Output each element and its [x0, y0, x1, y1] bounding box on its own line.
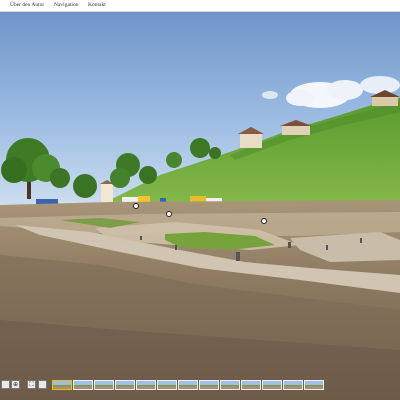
- panorama-viewer[interactable]: [0, 11, 400, 400]
- hotspot-marker[interactable]: [133, 203, 139, 209]
- scene-thumbnail[interactable]: [304, 380, 324, 390]
- scene-thumbnail[interactable]: [262, 380, 282, 390]
- scene-thumbnail[interactable]: [157, 380, 177, 390]
- scene-thumbnail[interactable]: [115, 380, 135, 390]
- scene-thumbnail[interactable]: [73, 380, 93, 390]
- hotspot-marker[interactable]: [261, 218, 267, 224]
- hotspot-marker[interactable]: [166, 211, 172, 217]
- menu-icon[interactable]: [1, 380, 10, 389]
- scene-thumbnail[interactable]: [178, 380, 198, 390]
- scene-thumbnail[interactable]: [94, 380, 114, 390]
- nav-link-contact[interactable]: Kontakt: [88, 1, 106, 9]
- scene-thumbnail[interactable]: [199, 380, 219, 390]
- scene-thumbnail[interactable]: [241, 380, 261, 390]
- scene-thumbnail[interactable]: [220, 380, 240, 390]
- scene-thumbnail-bar: ⊕ ⛶: [0, 379, 330, 391]
- scene-thumbnail-active[interactable]: [52, 380, 72, 390]
- fullscreen-icon[interactable]: ⛶: [27, 380, 36, 389]
- zoom-icon[interactable]: ⊕: [11, 380, 20, 389]
- top-navigation: Über den Autor Navigation Kontakt: [0, 0, 400, 12]
- scene-thumbnail[interactable]: [136, 380, 156, 390]
- nav-link-about-author[interactable]: Über den Autor: [10, 1, 44, 9]
- construction-ground: [0, 200, 400, 400]
- nav-link-navigation[interactable]: Navigation: [54, 1, 78, 9]
- info-icon[interactable]: [38, 380, 47, 389]
- scene-thumbnail[interactable]: [283, 380, 303, 390]
